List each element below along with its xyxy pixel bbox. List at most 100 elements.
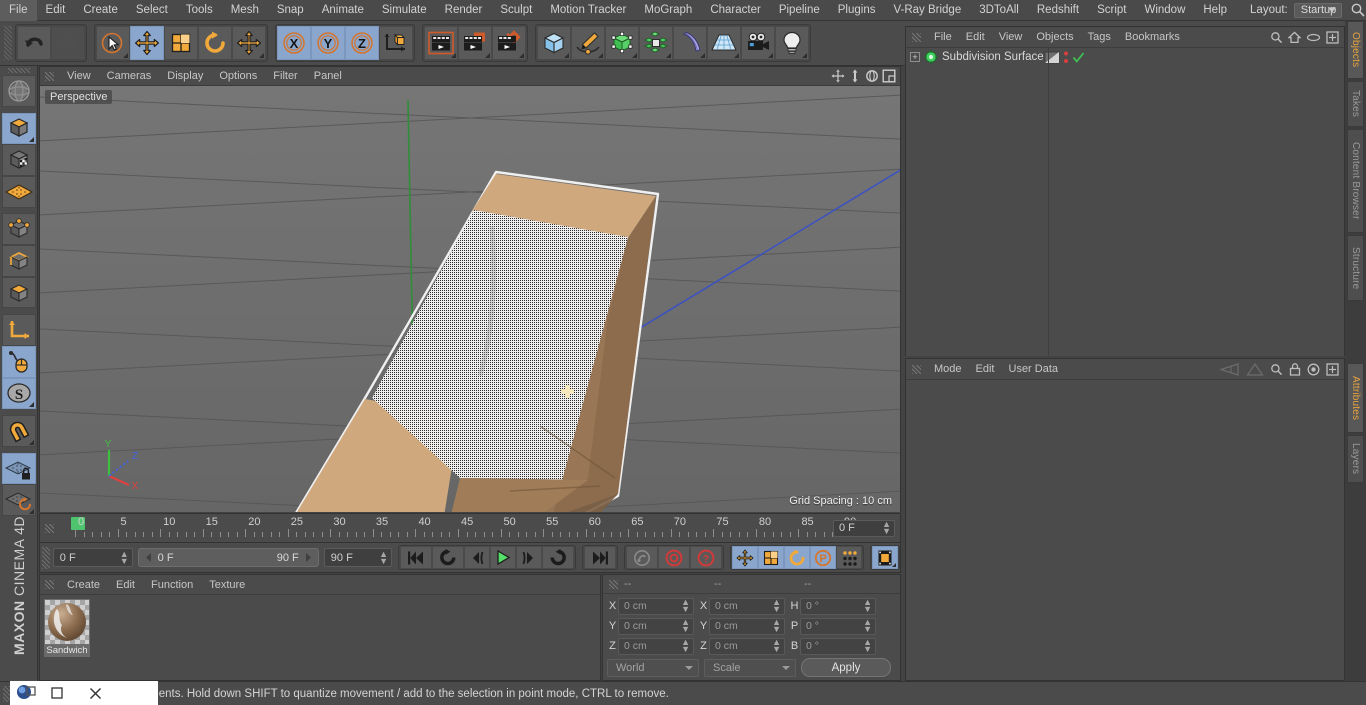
add-spline-object-button[interactable] <box>571 26 605 60</box>
menu-select[interactable]: Select <box>127 0 177 21</box>
tab-takes[interactable]: Takes <box>1347 81 1364 127</box>
coord-rot-h-field[interactable]: 0 ° ▲ ▼ <box>800 597 876 615</box>
spinner-arrows-icon[interactable]: ▲ ▼ <box>681 598 690 614</box>
spinner-arrows-icon[interactable]: ▲ ▼ <box>863 598 872 614</box>
scale-tool-button[interactable] <box>164 26 198 60</box>
object-menu-bookmarks[interactable]: Bookmarks <box>1118 27 1187 48</box>
search-icon[interactable] <box>1270 31 1283 44</box>
spinner-arrows-icon[interactable]: ▲ ▼ <box>120 549 129 565</box>
step-forward-button[interactable] <box>515 546 542 569</box>
coord-mode-dropdown[interactable]: Scale <box>704 658 796 677</box>
menu-animate[interactable]: Animate <box>313 0 373 21</box>
home-icon[interactable] <box>1288 31 1301 44</box>
next-history-icon[interactable] <box>1246 362 1264 376</box>
attributes-menu-mode[interactable]: Mode <box>927 359 969 380</box>
toolbar-drag-grip[interactable] <box>4 26 12 60</box>
dolly-camera-icon[interactable] <box>847 69 862 84</box>
menu-mesh[interactable]: Mesh <box>222 0 268 21</box>
spinner-arrows-icon[interactable]: ▲ ▼ <box>772 638 781 654</box>
coord-pos-x-field[interactable]: 0 cm ▲ ▼ <box>618 597 694 615</box>
add-camera-object-button[interactable] <box>741 26 775 60</box>
axis-modification-button[interactable] <box>1 314 36 346</box>
spinner-arrows-icon[interactable]: ▲ ▼ <box>681 618 690 634</box>
viewport-menu-options[interactable]: Options <box>211 67 265 86</box>
undo-button[interactable] <box>17 26 51 60</box>
go-to-end-button[interactable] <box>583 546 616 569</box>
tab-attributes[interactable]: Attributes <box>1347 363 1364 433</box>
material-menu-function[interactable]: Function <box>143 575 201 595</box>
anim-start-field[interactable]: 0 F ▲ ▼ <box>52 548 133 567</box>
viewport-menu-filter[interactable]: Filter <box>265 67 305 86</box>
menu-script[interactable]: Script <box>1088 0 1135 21</box>
coord-size-y-field[interactable]: 0 cm ▲ ▼ <box>709 617 785 635</box>
menu-snap[interactable]: Snap <box>268 0 313 21</box>
spinner-arrows-icon[interactable]: ▲ ▼ <box>863 618 872 634</box>
object-tree[interactable]: + Subdivision Surface <box>906 48 1344 356</box>
ellipse-icon[interactable] <box>1306 32 1321 43</box>
menu-simulate[interactable]: Simulate <box>373 0 436 21</box>
polygons-mode-button[interactable] <box>1 276 36 309</box>
viewport-3d-canvas[interactable]: Perspective Grid Spacing : 10 cm Y X Z <box>40 86 900 512</box>
display-tag-icon[interactable] <box>1044 51 1060 64</box>
tab-structure[interactable]: Structure <box>1347 235 1364 301</box>
menu-tools[interactable]: Tools <box>177 0 222 21</box>
points-mode-button[interactable] <box>1 213 36 246</box>
lock-workplane-button[interactable] <box>1 452 36 485</box>
make-editable-button[interactable] <box>1 75 36 107</box>
record-pla-button[interactable]: P <box>809 546 836 569</box>
menu-redshift[interactable]: Redshift <box>1028 0 1088 21</box>
spinner-arrows-icon[interactable]: ▲ ▼ <box>681 638 690 654</box>
tab-layers[interactable]: Layers <box>1347 435 1364 483</box>
render-settings-button[interactable] <box>492 26 526 60</box>
step-back-button[interactable] <box>463 546 490 569</box>
material-menu-texture[interactable]: Texture <box>201 575 253 595</box>
viewport-solo-button[interactable] <box>1 345 36 378</box>
spinner-arrows-icon[interactable]: ▲ ▼ <box>772 598 781 614</box>
menu-help[interactable]: Help <box>1194 0 1236 21</box>
axis-y-lock-button[interactable]: Y <box>311 26 345 60</box>
material-drag-grip[interactable] <box>45 580 54 589</box>
timeline-ruler[interactable]: 051015202530354045505560657075808590 <box>61 514 856 542</box>
object-tree-row[interactable]: + Subdivision Surface <box>906 48 1344 66</box>
object-menu-objects[interactable]: Objects <box>1029 27 1080 48</box>
red-dots-tag-icon[interactable] <box>1062 50 1070 65</box>
spinner-arrows-icon[interactable]: ▲ ▼ <box>379 549 388 565</box>
workplane-mode-button[interactable] <box>1 175 36 208</box>
coord-size-z-field[interactable]: 0 cm ▲ ▼ <box>709 637 785 655</box>
app-window-icon[interactable] <box>16 684 38 702</box>
render-picture-viewer-button[interactable] <box>458 26 492 60</box>
render-view-button[interactable] <box>424 26 458 60</box>
target-icon[interactable] <box>1307 363 1320 376</box>
add-cube-object-button[interactable] <box>537 26 571 60</box>
timeline-drag-grip[interactable] <box>45 523 54 533</box>
coord-system-dropdown[interactable]: World <box>607 658 699 677</box>
close-window-button[interactable] <box>76 681 114 705</box>
leftbar-drag-grip[interactable] <box>7 68 30 74</box>
planar-workplane-button[interactable] <box>1 484 36 517</box>
maximize-window-button[interactable] <box>38 681 76 705</box>
object-menu-file[interactable]: File <box>927 27 959 48</box>
layout-dropdown[interactable]: Startup <box>1293 2 1342 18</box>
prev-history-icon[interactable] <box>1218 362 1240 376</box>
add-generator-object-button[interactable] <box>605 26 639 60</box>
expand-panel-icon[interactable] <box>1326 362 1339 376</box>
redo-button[interactable] <box>51 26 85 60</box>
coord-apply-button[interactable]: Apply <box>801 658 891 677</box>
pan-camera-icon[interactable] <box>830 69 845 84</box>
range-right-arrow-icon[interactable] <box>303 552 314 563</box>
model-mode-button[interactable] <box>1 112 36 145</box>
menu-vray-bridge[interactable]: V-Ray Bridge <box>884 0 970 21</box>
go-to-start-button[interactable] <box>399 546 432 569</box>
timeline-current-frame-field[interactable]: 0 F ▲ ▼ <box>833 519 895 537</box>
attributes-drag-grip[interactable] <box>912 364 921 374</box>
viewport-menu-display[interactable]: Display <box>159 67 211 86</box>
menu-3dtoall[interactable]: 3DToAll <box>970 0 1028 21</box>
viewport-drag-grip[interactable] <box>45 71 54 81</box>
add-scene-object-button[interactable] <box>707 26 741 60</box>
search-icon[interactable] <box>1350 2 1366 18</box>
viewport-menu-panel[interactable]: Panel <box>306 67 350 86</box>
rotate-tool-button[interactable] <box>198 26 232 60</box>
material-menu-create[interactable]: Create <box>59 575 108 595</box>
expand-panel-icon[interactable] <box>1326 30 1339 44</box>
viewport-menu-view[interactable]: View <box>59 67 99 86</box>
